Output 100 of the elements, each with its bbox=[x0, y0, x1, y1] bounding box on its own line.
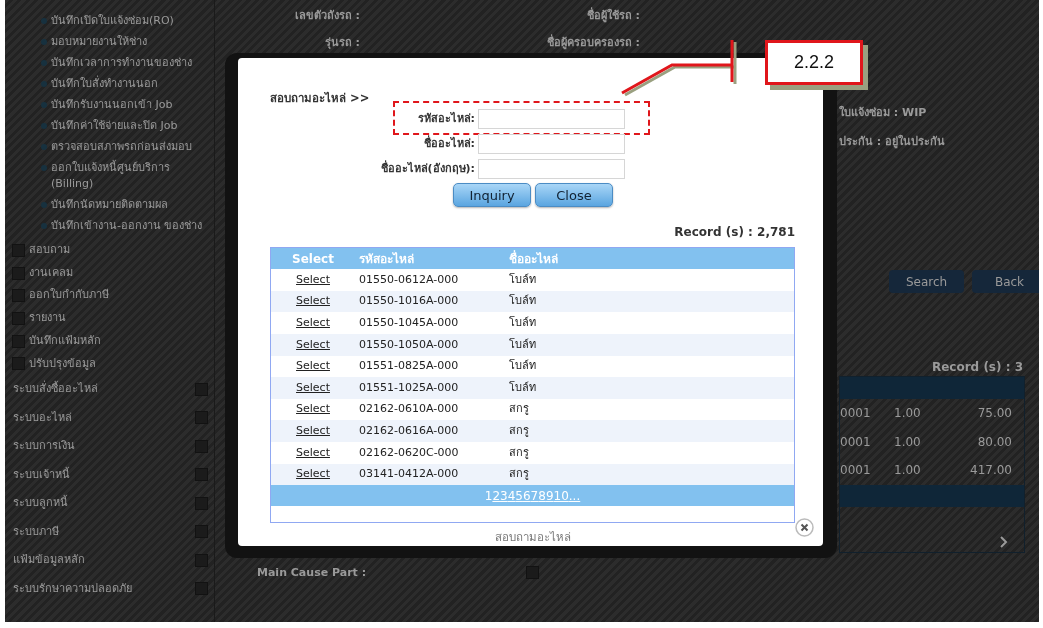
sidebar-item[interactable]: บันทึกค่าใช้จ่ายและปิด Job bbox=[51, 118, 178, 134]
expand-icon[interactable] bbox=[195, 382, 208, 396]
chevron-right-icon[interactable] bbox=[1000, 535, 1008, 548]
bullet-icon bbox=[41, 102, 47, 108]
select-link[interactable]: Select bbox=[296, 402, 330, 416]
status-text: ประกัน : อยู่ในประกัน bbox=[839, 133, 947, 150]
dialog-button[interactable]: Inquiry bbox=[453, 183, 531, 208]
bullet-icon bbox=[41, 18, 47, 24]
select-link[interactable]: Select bbox=[296, 467, 330, 481]
sidebar-item[interactable]: บันทึกใบสั่งทำงานนอก bbox=[51, 76, 158, 92]
select-link[interactable]: Select bbox=[296, 316, 330, 329]
table-cell-text: 75.00 bbox=[976, 405, 1012, 423]
table-cell-text: 1.00 bbox=[894, 405, 922, 423]
table-cell-text: สกรู bbox=[509, 401, 530, 418]
select-link[interactable]: Select bbox=[296, 380, 330, 394]
input-field[interactable] bbox=[478, 109, 625, 130]
select-link[interactable]: Select bbox=[296, 272, 330, 286]
table-cell-text: 80.00 bbox=[976, 433, 1012, 451]
page-button[interactable]: Search bbox=[889, 270, 964, 293]
system-menu-item[interactable]: ระบบภาษี bbox=[13, 523, 59, 541]
table-cell-text: 0001 bbox=[840, 405, 872, 423]
table-cell-text: โบล์ท bbox=[509, 271, 537, 288]
expand-icon[interactable] bbox=[195, 411, 208, 425]
system-menu-item[interactable]: ระบบการเงิน bbox=[13, 438, 75, 455]
table-cell-text: 417.00 bbox=[969, 462, 1012, 480]
sidebar-item[interactable]: ออกใบแจ้งหนี้ศูนย์บริการ (Billing) bbox=[51, 160, 214, 192]
bullet-icon bbox=[41, 81, 47, 87]
system-menu-item[interactable]: ระบบรักษาความปลอดภัย bbox=[13, 580, 132, 598]
bullet-icon bbox=[41, 165, 47, 171]
expand-icon[interactable] bbox=[12, 334, 25, 348]
expand-icon[interactable] bbox=[12, 266, 25, 280]
field-label: ชื่อผู้ใช้รถ : bbox=[585, 8, 640, 25]
expand-icon[interactable] bbox=[195, 468, 208, 482]
close-icon[interactable] bbox=[795, 518, 814, 537]
expand-icon[interactable] bbox=[195, 525, 208, 539]
table-cell-text: 01550-1045A-000 bbox=[358, 315, 460, 331]
sidebar-item[interactable]: บันทึกเปิดใบแจ้งซ่อม(RO) bbox=[51, 13, 174, 29]
table-cell-text: สกรู bbox=[509, 422, 530, 439]
select-link[interactable]: Select bbox=[296, 423, 330, 437]
table-cell-text: โบล์ท bbox=[509, 315, 537, 331]
column-header: Select bbox=[291, 250, 335, 268]
table-cell-text: 01550-0612A-000 bbox=[358, 271, 460, 288]
dialog-button[interactable]: Close bbox=[535, 183, 613, 208]
select-link[interactable]: Select bbox=[296, 337, 330, 351]
expand-icon[interactable] bbox=[195, 553, 208, 567]
system-menu-item[interactable]: ระบบอะไหล่ bbox=[13, 409, 72, 427]
menu-group[interactable]: ปรับปรุงข้อมูล bbox=[29, 355, 96, 373]
field-label: รหัสอะไหล่: bbox=[416, 111, 475, 127]
table-cell-text: 1.00 bbox=[894, 433, 922, 451]
table-cell-text: 0001 bbox=[840, 462, 872, 480]
select-link[interactable]: Select bbox=[296, 294, 330, 308]
bullet-icon bbox=[41, 60, 47, 66]
system-menu-item[interactable]: ระบบเจ้าหนี้ bbox=[13, 466, 70, 484]
field-label: รุ่นรถ : bbox=[323, 34, 360, 51]
expand-icon[interactable] bbox=[12, 289, 25, 303]
table-cell-text: โบล์ท bbox=[509, 293, 537, 310]
table-cell-text: 01550-1016A-000 bbox=[358, 293, 460, 310]
page-button[interactable]: Back bbox=[972, 270, 1039, 293]
lookup-icon[interactable] bbox=[526, 566, 540, 580]
sidebar-item[interactable]: มอบหมายงานให้ช่าง bbox=[51, 34, 147, 50]
table-cell-text: โบล์ท bbox=[509, 358, 537, 375]
expand-icon[interactable] bbox=[12, 357, 25, 371]
table-cell-text: 02162-0620C-000 bbox=[358, 444, 460, 461]
expand-icon[interactable] bbox=[195, 439, 208, 453]
table-cell-text: 1.00 bbox=[894, 462, 922, 480]
bullet-icon bbox=[41, 144, 47, 150]
menu-group[interactable]: งานเคลม bbox=[29, 264, 73, 282]
input-field[interactable] bbox=[478, 134, 625, 155]
sidebar-item[interactable]: บันทึกนัดหมายติดตามผล bbox=[51, 197, 168, 213]
field-label: ชื่ออะไหล่: bbox=[422, 136, 475, 152]
field-label: เลขตัวถังรถ : bbox=[293, 8, 360, 24]
table-cell-text: 01550-1050A-000 bbox=[358, 336, 460, 353]
system-menu-item[interactable]: แฟ้มข้อมูลหลัก bbox=[13, 552, 85, 569]
system-menu-item[interactable]: ระบบสั่งซื้ออะไหล่ bbox=[13, 381, 98, 398]
bullet-icon bbox=[41, 39, 47, 45]
expand-icon[interactable] bbox=[195, 496, 208, 510]
column-header: ชื่ออะไหล่ bbox=[509, 249, 559, 268]
table-cell-text: สกรู bbox=[509, 466, 530, 483]
select-link[interactable]: Select bbox=[296, 359, 330, 373]
table-cell-text: 02162-0616A-000 bbox=[358, 422, 460, 439]
system-menu-item[interactable]: ระบบลูกหนี้ bbox=[13, 495, 68, 512]
sidebar-item[interactable]: บันทึกรับงานนอกเข้า Job bbox=[51, 97, 173, 113]
menu-group[interactable]: รายงาน bbox=[29, 310, 66, 327]
menu-group[interactable]: สอบถาม bbox=[29, 242, 70, 259]
sidebar-item[interactable]: บันทึกเข้างาน-ออกงาน ของช่าง bbox=[51, 218, 203, 234]
table-cell-text: 01551-0825A-000 bbox=[358, 358, 460, 375]
table-cell-text: สกรู bbox=[509, 444, 530, 461]
table-cell-text: โบล์ท bbox=[509, 379, 537, 396]
sidebar-item[interactable]: ตรวจสอบสภาพรถก่อนส่งมอบ bbox=[51, 139, 192, 155]
expand-icon[interactable] bbox=[12, 243, 25, 257]
expand-icon[interactable] bbox=[195, 582, 208, 596]
table-cell-text: โบล์ท bbox=[509, 336, 537, 353]
menu-group[interactable]: ออกใบกำกับภาษี bbox=[29, 287, 109, 304]
menu-group[interactable]: บันทึกแฟ้มหลัก bbox=[29, 332, 101, 350]
sidebar-item[interactable]: บันทึกเวลาการทำงานของช่าง bbox=[51, 55, 192, 71]
record-count: Record (s) : 3 bbox=[930, 359, 1023, 376]
input-field[interactable] bbox=[478, 159, 625, 180]
select-link[interactable]: Select bbox=[296, 445, 330, 459]
table-cell-text: 01551-1025A-000 bbox=[358, 379, 460, 396]
expand-icon[interactable] bbox=[12, 311, 25, 325]
